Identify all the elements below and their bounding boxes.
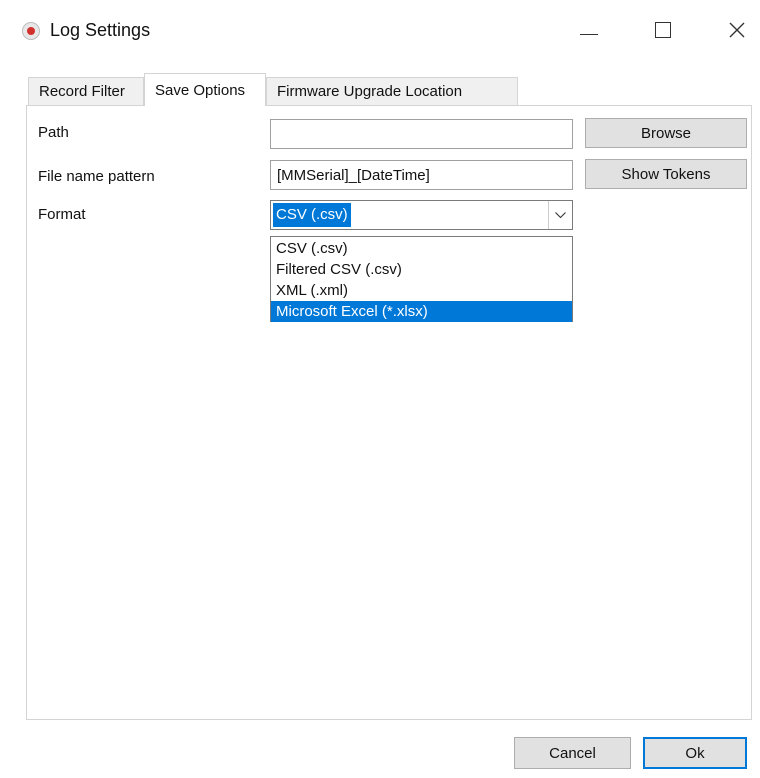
format-dropdown-list: CSV (.csv) Filtered CSV (.csv) XML (.xml…: [270, 236, 573, 322]
tab-save-options[interactable]: Save Options: [144, 73, 266, 106]
tab-panel: [26, 105, 752, 720]
format-dropdown-toggle[interactable]: [548, 201, 572, 229]
browse-button[interactable]: Browse: [585, 118, 747, 148]
chevron-down-icon: [555, 211, 566, 218]
window-title: Log Settings: [50, 20, 151, 40]
title-bar: Log Settings: [0, 0, 760, 64]
format-selected-value: CSV (.csv): [273, 203, 351, 227]
minimize-icon: [580, 33, 598, 35]
maximize-button[interactable]: [640, 10, 686, 50]
file-name-pattern-label: File name pattern: [38, 168, 155, 185]
format-label: Format: [38, 206, 86, 223]
app-logo-icon: [22, 22, 40, 40]
format-select[interactable]: CSV (.csv): [270, 200, 573, 230]
format-option-excel[interactable]: Microsoft Excel (*.xlsx): [271, 301, 572, 322]
format-option-xml[interactable]: XML (.xml): [271, 280, 572, 301]
format-option-filtered-csv[interactable]: Filtered CSV (.csv): [271, 259, 572, 280]
tab-firmware-upgrade-location[interactable]: Firmware Upgrade Location: [266, 77, 518, 105]
cancel-button[interactable]: Cancel: [514, 737, 631, 769]
format-option-csv[interactable]: CSV (.csv): [271, 238, 572, 259]
close-icon: [729, 22, 745, 38]
minimize-button[interactable]: [566, 10, 612, 50]
tab-record-filter[interactable]: Record Filter: [28, 77, 144, 105]
path-label: Path: [38, 124, 69, 141]
show-tokens-button[interactable]: Show Tokens: [585, 159, 747, 189]
ok-button[interactable]: Ok: [643, 737, 747, 769]
close-button[interactable]: [714, 10, 760, 50]
file-name-pattern-input[interactable]: [270, 160, 573, 190]
path-input[interactable]: [270, 119, 573, 149]
maximize-icon: [655, 22, 671, 38]
